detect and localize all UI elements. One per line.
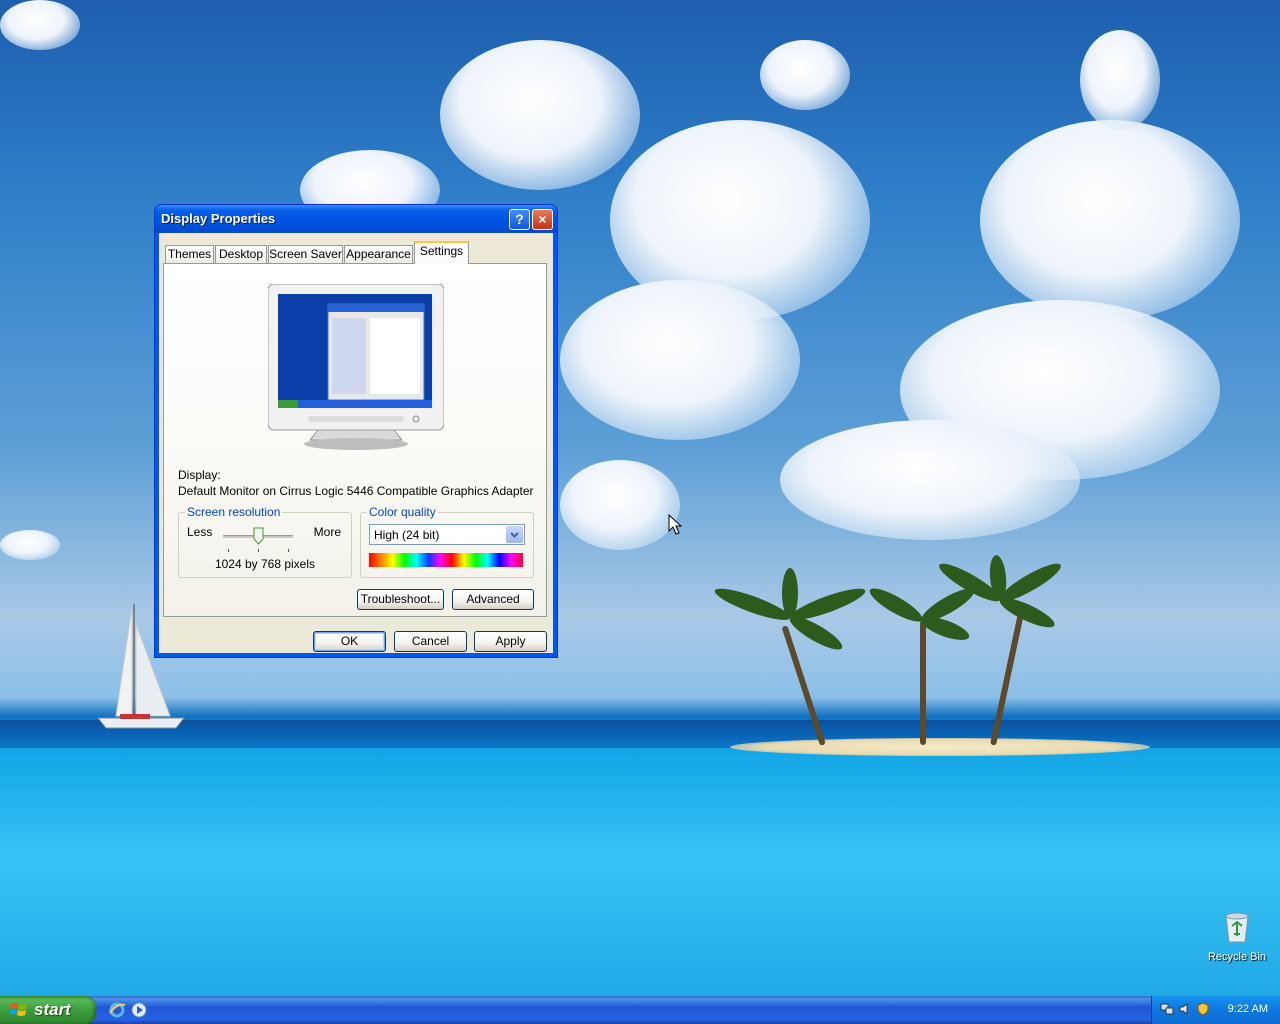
taskbar: start 9:22 AM: [0, 996, 1280, 1024]
apply-button[interactable]: Apply: [474, 631, 547, 652]
color-spectrum-bar: [369, 553, 523, 567]
media-player-icon[interactable]: [130, 1001, 148, 1019]
slider-tick: [228, 549, 229, 552]
tab-screen-saver[interactable]: Screen Saver: [268, 245, 343, 263]
color-quality-legend: Color quality: [367, 505, 438, 519]
close-icon: ×: [538, 211, 547, 227]
palm-trunk: [920, 620, 926, 745]
display-adapter-name: Default Monitor on Cirrus Logic 5446 Com…: [178, 484, 534, 498]
advanced-button[interactable]: Advanced: [452, 589, 534, 610]
troubleshoot-button[interactable]: Troubleshoot...: [357, 589, 444, 610]
slider-tick: [258, 549, 259, 552]
cancel-button[interactable]: Cancel: [394, 631, 467, 652]
wallpaper-cloud: [1080, 30, 1160, 130]
recycle-bin-icon: [1225, 912, 1249, 943]
wallpaper-cloud: [980, 120, 1240, 320]
close-button[interactable]: ×: [532, 209, 553, 230]
resolution-less-label: Less: [187, 525, 213, 539]
screen-resolution-legend: Screen resolution: [185, 505, 283, 519]
palm-frond: [996, 592, 1058, 633]
help-button[interactable]: ?: [509, 209, 530, 230]
wallpaper-cloud: [560, 280, 800, 440]
clock[interactable]: 9:22 AM: [1228, 1003, 1268, 1015]
display-properties-window: Display Properties ? × Themes Desktop Sc…: [155, 205, 557, 657]
wallpaper-cloud: [0, 0, 80, 50]
start-button[interactable]: start: [0, 996, 96, 1024]
palm-frond: [866, 583, 926, 627]
security-icon[interactable]: [1196, 1002, 1210, 1016]
island: [730, 738, 1150, 756]
mouse-cursor-icon: [668, 514, 682, 535]
desktop-icon-recycle-bin[interactable]: Recycle Bin: [1206, 910, 1268, 963]
resolution-value: 1024 by 768 pixels: [214, 557, 316, 571]
tab-themes[interactable]: Themes: [165, 245, 214, 263]
ok-button[interactable]: OK: [313, 631, 386, 652]
chevron-down-icon[interactable]: [506, 526, 523, 543]
window-titlebar[interactable]: Display Properties ? ×: [155, 205, 557, 233]
palm-frond: [712, 583, 793, 626]
resolution-more-label: More: [313, 525, 341, 539]
display-label: Display:: [178, 468, 221, 482]
color-quality-selected: High (24 bit): [374, 528, 440, 542]
palm-frond: [919, 612, 972, 645]
wallpaper-cloud: [560, 460, 680, 550]
tab-desktop[interactable]: Desktop: [215, 245, 267, 263]
monitor-preview: [268, 284, 444, 450]
internet-explorer-icon[interactable]: [108, 1001, 126, 1019]
resolution-slider-thumb[interactable]: [253, 527, 264, 545]
wallpaper-cloud: [760, 40, 850, 110]
windows-flag-icon: [10, 1003, 27, 1016]
sea: [0, 748, 1280, 996]
desktop-icon-label: Recycle Bin: [1207, 951, 1267, 963]
help-icon: ?: [515, 211, 524, 227]
palm-frond: [782, 568, 798, 618]
color-quality-select[interactable]: High (24 bit): [369, 524, 525, 545]
tab-appearance[interactable]: Appearance: [344, 245, 413, 263]
tab-settings[interactable]: Settings: [414, 241, 469, 264]
dialog-body: Themes Desktop Screen Saver Appearance S…: [159, 233, 553, 653]
wallpaper-cloud: [780, 420, 1080, 540]
color-quality-group: Color quality High (24 bit): [360, 505, 534, 578]
wallpaper-cloud: [440, 40, 640, 190]
screen-resolution-group: Screen resolution Less More 1024 by 768 …: [178, 505, 352, 578]
volume-icon[interactable]: [1178, 1002, 1192, 1016]
slider-tick: [288, 549, 289, 552]
settings-panel: Display: Default Monitor on Cirrus Logic…: [163, 263, 547, 617]
window-title: Display Properties: [161, 211, 276, 226]
start-label: start: [34, 1000, 71, 1019]
system-tray: 9:22 AM: [1151, 996, 1280, 1024]
network-icon[interactable]: [1160, 1002, 1174, 1016]
wallpaper-cloud: [0, 530, 60, 560]
